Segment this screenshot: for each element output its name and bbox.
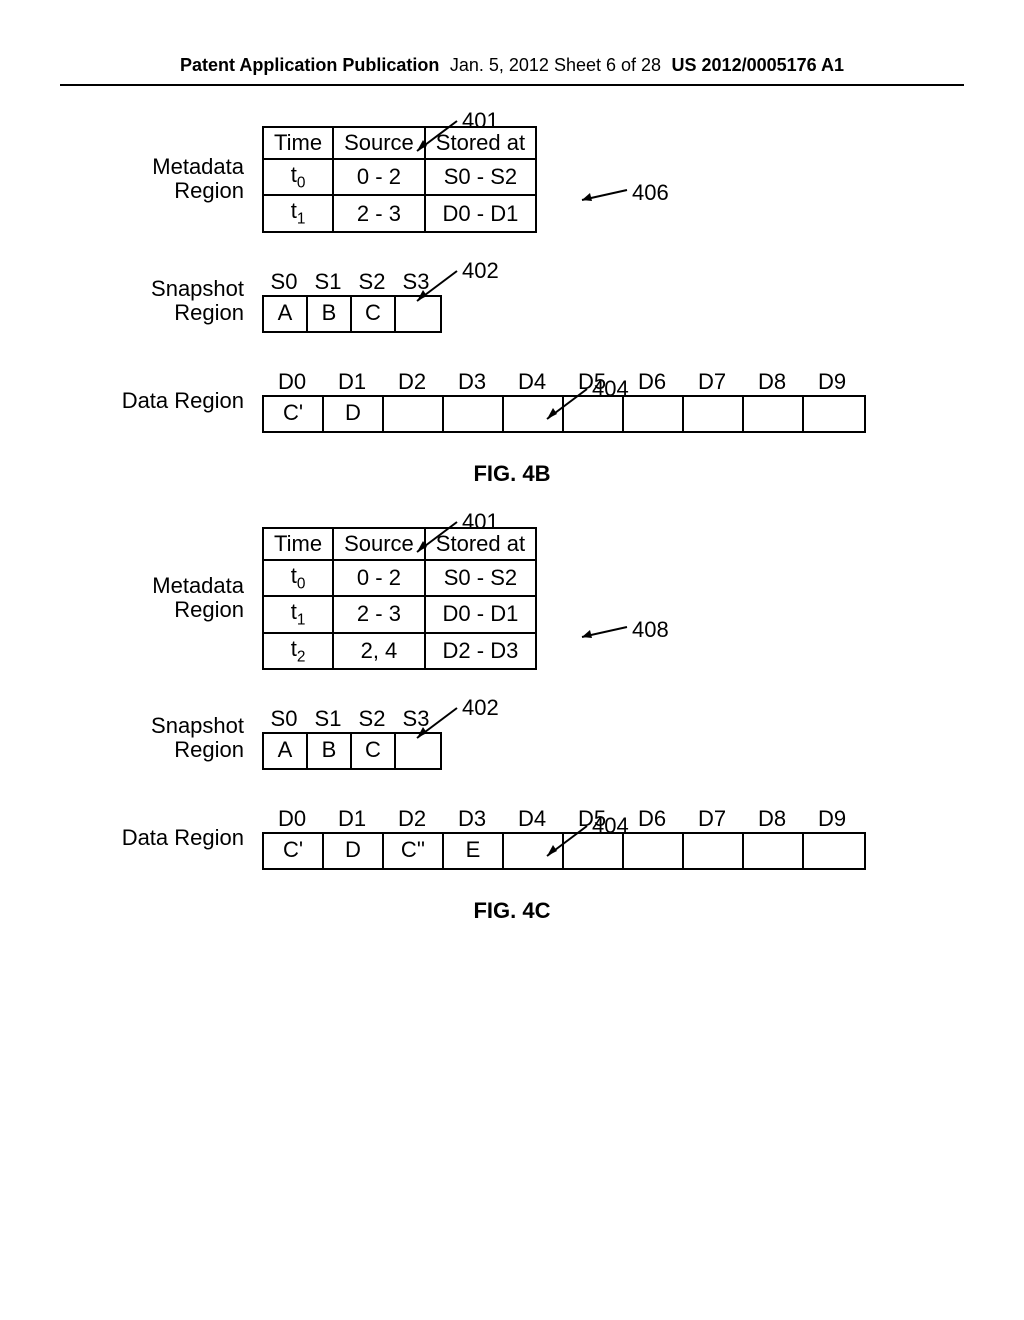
- callout-406: 406: [632, 180, 669, 206]
- col-time: Time: [263, 528, 333, 560]
- figure-label-4b: FIG. 4B: [102, 461, 922, 487]
- snapshot-cells: A B C: [262, 295, 442, 333]
- metadata-label: Metadata Region: [102, 574, 262, 622]
- data-region: Data Region D0D1 D2D3 D4D5 D6D7 D8D9 C'D: [102, 369, 922, 433]
- table-row: t1 2 - 3 D0 - D1: [263, 596, 536, 632]
- page: Patent Application Publication Jan. 5, 2…: [0, 0, 1024, 924]
- page-header: Patent Application Publication Jan. 5, 2…: [60, 0, 964, 86]
- col-stored: Stored at: [425, 528, 536, 560]
- snapshot-cells: A B C: [262, 732, 442, 770]
- snapshot-label: Snapshot Region: [102, 277, 262, 325]
- col-source: Source: [333, 127, 425, 159]
- snapshot-region: Snapshot Region S0 S1 S2 S3 A B C: [102, 269, 922, 333]
- col-source: Source: [333, 528, 425, 560]
- callout-408: 408: [632, 617, 669, 643]
- data-headers: D0D1 D2D3 D4D5 D6D7 D8D9: [262, 806, 866, 832]
- table-row: t0 0 - 2 S0 - S2: [263, 560, 536, 596]
- table-row: t1 2 - 3 D0 - D1: [263, 195, 536, 231]
- figure-4b: 401 Metadata Region Time Source Stored a…: [102, 126, 922, 487]
- header-left: Patent Application Publication: [180, 55, 439, 76]
- metadata-region: Metadata Region Time Source Stored at t0…: [102, 527, 922, 670]
- data-headers: D0D1 D2D3 D4D5 D6D7 D8D9: [262, 369, 866, 395]
- data-cells: C'D: [262, 395, 866, 433]
- snapshot-label: Snapshot Region: [102, 714, 262, 762]
- header-right: US 2012/0005176 A1: [672, 55, 844, 76]
- table-row: t0 0 - 2 S0 - S2: [263, 159, 536, 195]
- data-region: Data Region D0D1 D2D3 D4D5 D6D7 D8D9 C'D…: [102, 806, 922, 870]
- metadata-label: Metadata Region: [102, 155, 262, 203]
- figure-label-4c: FIG. 4C: [102, 898, 922, 924]
- figure-4c: 401 Metadata Region Time Source Stored a…: [102, 527, 922, 924]
- snapshot-region: Snapshot Region S0 S1 S2 S3 A B C: [102, 706, 922, 770]
- header-mid: Jan. 5, 2012 Sheet 6 of 28: [450, 55, 661, 76]
- snapshot-headers: S0 S1 S2 S3: [262, 269, 442, 295]
- data-label: Data Region: [102, 389, 262, 413]
- table-row: t2 2, 4 D2 - D3: [263, 633, 536, 669]
- col-stored: Stored at: [425, 127, 536, 159]
- data-label: Data Region: [102, 826, 262, 850]
- metadata-table: Time Source Stored at t0 0 - 2 S0 - S2 t…: [262, 527, 537, 670]
- data-cells: C'D C''E: [262, 832, 866, 870]
- metadata-table: Time Source Stored at t0 0 - 2 S0 - S2 t…: [262, 126, 537, 233]
- col-time: Time: [263, 127, 333, 159]
- metadata-region: Metadata Region Time Source Stored at t0…: [102, 126, 922, 233]
- snapshot-headers: S0 S1 S2 S3: [262, 706, 442, 732]
